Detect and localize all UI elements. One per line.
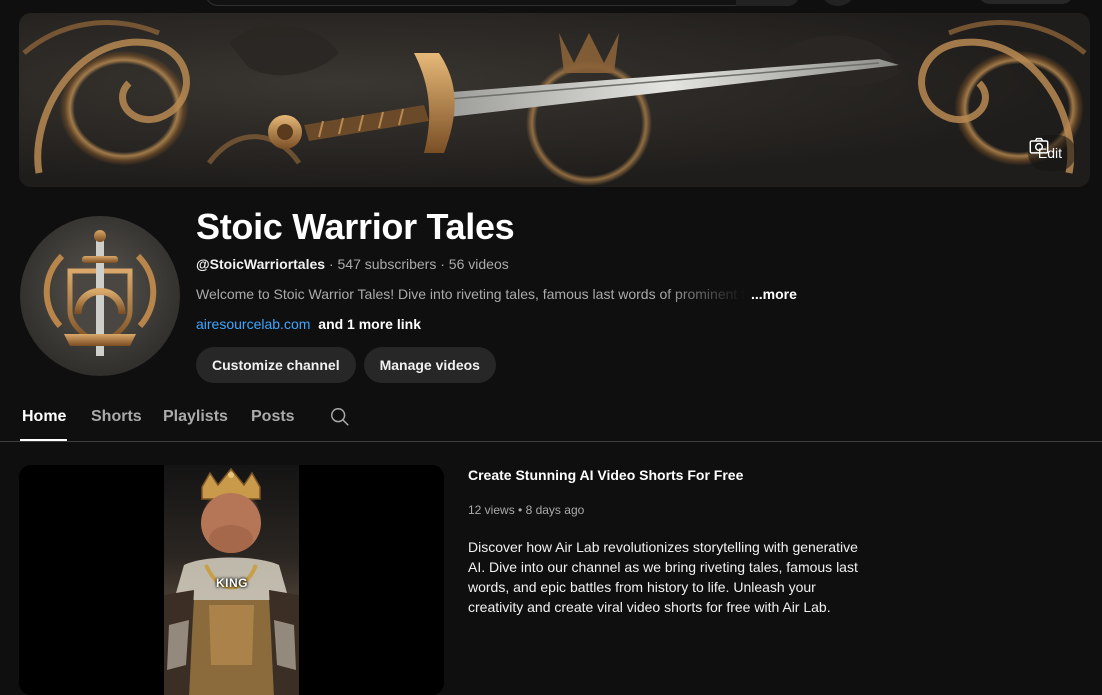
meta-separator: • [518,503,523,517]
meta-separator: · [328,256,334,272]
customize-channel-button[interactable]: Customize channel [196,347,356,383]
channel-name: Stoic Warrior Tales [196,206,515,247]
tab-posts[interactable]: Posts [251,408,295,426]
channel-description[interactable]: Welcome to Stoic Warrior Tales! Dive int… [196,286,806,302]
search-icon[interactable] [329,406,351,428]
channel-avatar[interactable] [20,216,180,376]
tab-shorts[interactable]: Shorts [91,408,142,426]
channel-links: airesourcelab.com and 1 more link [196,316,421,332]
channel-meta: @StoicWarriortales · 547 subscribers · 5… [196,256,509,272]
channel-actions: Customize channel Manage videos [196,347,496,383]
more-links-button[interactable]: and 1 more link [318,316,421,332]
subscriber-count: 547 subscribers [337,256,437,272]
featured-video-meta: 12 views • 8 days ago [468,503,584,517]
create-button[interactable] [978,0,1074,4]
upload-age: 8 days ago [525,503,585,517]
sword-crest-icon [43,230,157,356]
view-count: 12 views [468,503,515,517]
search-box[interactable] [205,0,800,6]
featured-video-description: Discover how Air Lab revolutionizes stor… [468,539,858,615]
voice-search-button[interactable] [820,0,856,6]
video-count: 56 videos [448,256,509,272]
tab-playlists[interactable]: Playlists [163,408,228,426]
featured-video-title[interactable]: Create Stunning AI Video Shorts For Free [468,467,743,483]
channel-handle: @StoicWarriortales [196,256,326,272]
video-overlay-text: KING [216,576,248,590]
channel-tabs: Home Shorts Playlists Posts [0,396,1102,442]
channel-description-text: Welcome to Stoic Warrior Tales! Dive int… [196,286,746,302]
edit-banner-button[interactable]: Edit [1027,135,1076,171]
channel-banner: Edit [19,13,1090,187]
banner-sword-art [22,20,1087,174]
camera-icon [1029,137,1049,154]
tab-home[interactable]: Home [22,408,66,426]
manage-videos-button[interactable]: Manage videos [363,347,496,383]
masthead [0,0,1102,8]
active-tab-indicator [20,439,67,441]
featured-video-player[interactable]: KING [19,465,444,695]
channel-link[interactable]: airesourcelab.com [196,316,310,332]
meta-separator: · [440,256,445,272]
description-more-button[interactable]: ...more [751,286,797,302]
search-button[interactable] [736,0,800,6]
